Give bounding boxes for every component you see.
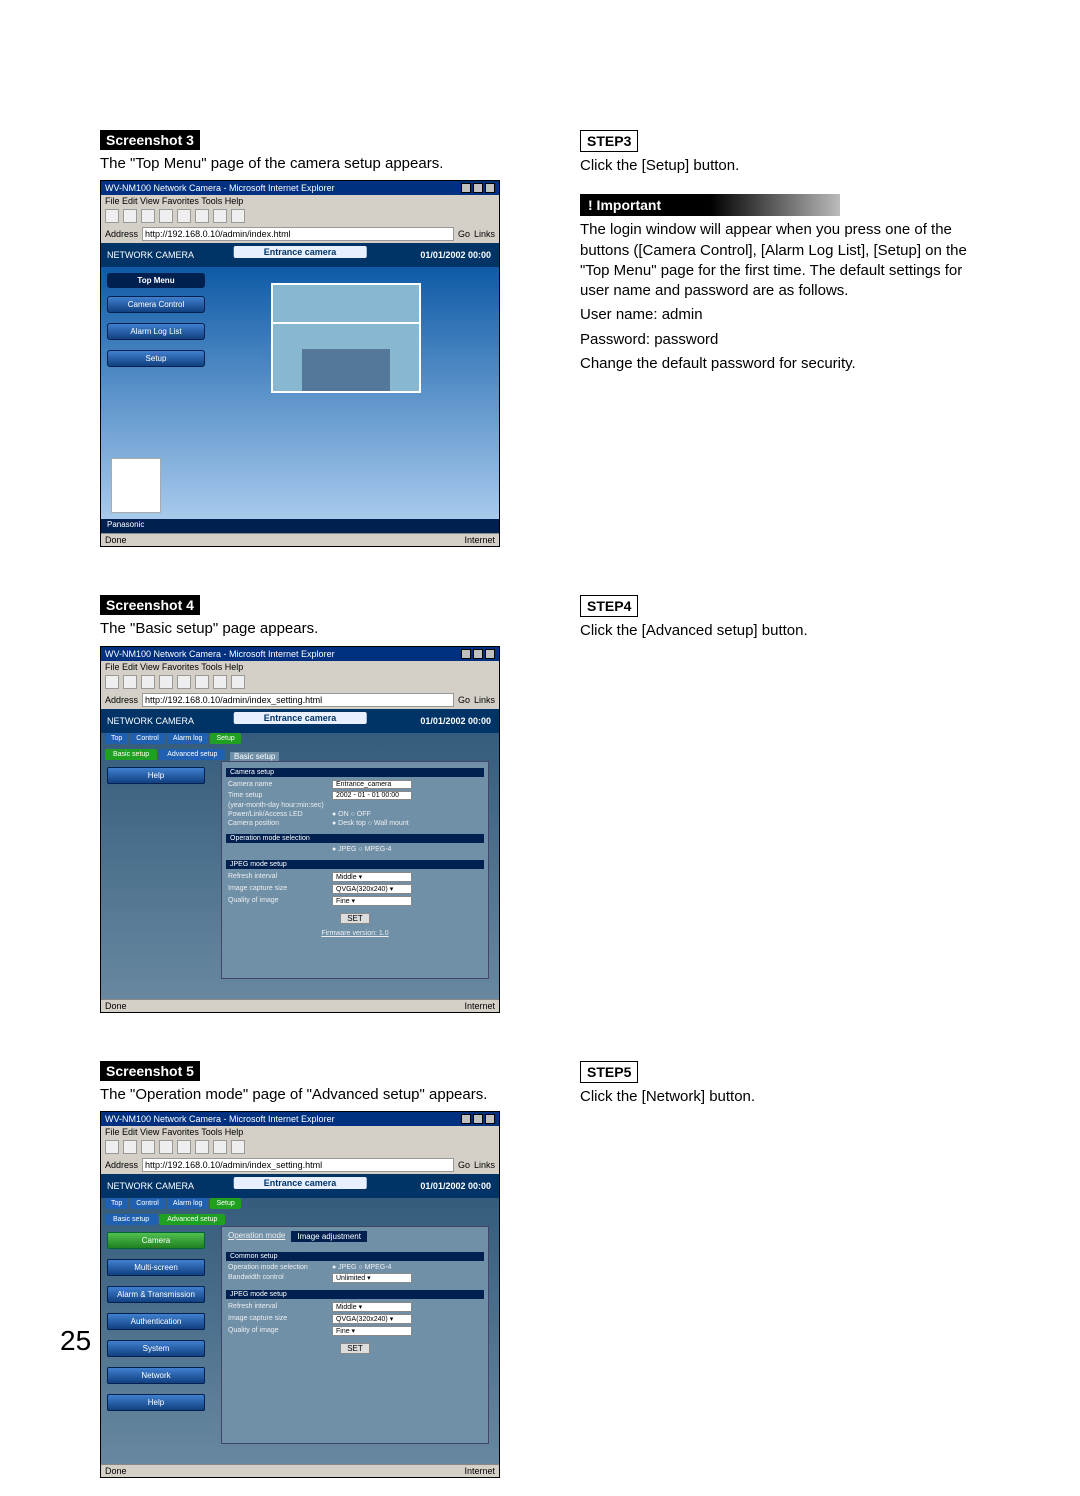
address-input[interactable] (142, 227, 454, 241)
badge-screenshot-3: Screenshot 3 (100, 130, 200, 150)
address-input[interactable] (142, 1158, 454, 1172)
camera-name-input[interactable]: Entrance_camera (332, 780, 412, 789)
camera-control-button[interactable]: Camera Control (107, 296, 205, 313)
advanced-setup-page: NETWORK CAMERA01/01/2002 00:00 Entrance … (101, 1174, 499, 1464)
browser-menubar[interactable]: File Edit View Favorites Tools Help (101, 661, 499, 673)
step5-text: Click the [Network] button. (580, 1087, 990, 1107)
tab-alarm[interactable]: Alarm log (167, 733, 209, 744)
camera-datetime: 01/01/2002 00:00 (420, 250, 491, 260)
browser-window-3: WV-NM100 Network Camera - Microsoft Inte… (100, 180, 500, 547)
status-done: Done (105, 535, 127, 545)
step3-text: Click the [Setup] button. (580, 156, 990, 176)
alarm-log-list-button[interactable]: Alarm Log List (107, 323, 205, 340)
led-radio[interactable]: ● ON ○ OFF (332, 811, 371, 818)
size-select[interactable]: QVGA(320x240) ▾ (332, 884, 412, 894)
brand-bar: Panasonic (101, 519, 499, 533)
tab-setup[interactable]: Setup (210, 733, 240, 744)
alarm-transmission-nav[interactable]: Alarm & Transmission (107, 1286, 205, 1303)
tab-top[interactable]: Top (105, 733, 128, 744)
minimize-icon (461, 183, 471, 193)
camera-top-menu: NETWORK CAMERA 01/01/2002 00:00 Entrance… (101, 243, 499, 533)
tab-basic-setup[interactable]: Basic setup (105, 749, 157, 760)
system-nav[interactable]: System (107, 1340, 205, 1357)
status-internet: Internet (464, 535, 495, 545)
time-setup-input[interactable]: 2002 - 01 - 01 00:00 (332, 791, 412, 800)
tab-image-adjustment[interactable]: Image adjustment (291, 1231, 367, 1242)
important-text: The login window will appear when you pr… (580, 220, 990, 301)
refresh-select[interactable]: Middle ▾ (332, 1302, 412, 1312)
links-label: Links (474, 229, 495, 239)
browser-title: WV-NM100 Network Camera - Microsoft Inte… (105, 183, 335, 193)
mode-radio[interactable]: ● JPEG ○ MPEG-4 (332, 846, 391, 853)
address-bar[interactable]: Address GoLinks (101, 691, 499, 709)
step4-text: Click the [Advanced setup] button. (580, 621, 990, 641)
tab-basic-setup[interactable]: Basic setup (105, 1214, 157, 1225)
set-button[interactable]: SET (340, 913, 370, 924)
page-number: 25 (60, 1325, 91, 1357)
camera-brand: NETWORK CAMERA (107, 250, 194, 260)
browser-title: WV-NM100 Network Camera - Microsoft Inte… (105, 649, 335, 659)
operation-mode-panel: Operation mode Image adjustment Common s… (221, 1226, 489, 1444)
quality-select[interactable]: Fine ▾ (332, 1326, 412, 1336)
camera-title: Entrance camera (234, 246, 367, 258)
firmware-version: Firmware version: 1.0 (222, 930, 488, 937)
step3-label: STEP3 (580, 130, 638, 152)
camera-nav[interactable]: Camera (107, 1232, 205, 1249)
maximize-icon (473, 183, 483, 193)
tab-control[interactable]: Control (130, 733, 165, 744)
window-controls[interactable] (461, 1114, 495, 1124)
section-screenshot-4: Screenshot 4 The "Basic setup" page appe… (100, 595, 990, 1030)
cred-note: Change the default password for security… (580, 354, 990, 374)
camera-icon (111, 458, 161, 513)
quality-select[interactable]: Fine ▾ (332, 896, 412, 906)
refresh-select[interactable]: Middle ▾ (332, 872, 412, 882)
basic-setup-panel: Basic setup Camera setup Camera nameEntr… (221, 761, 489, 979)
topmenu-header: Top Menu (107, 273, 205, 288)
browser-toolbar[interactable] (101, 673, 499, 691)
network-nav[interactable]: Network (107, 1367, 205, 1384)
set-button[interactable]: SET (340, 1343, 370, 1354)
important-header: ! Important (580, 194, 840, 216)
authentication-nav[interactable]: Authentication (107, 1313, 205, 1330)
address-input[interactable] (142, 693, 454, 707)
browser-menubar[interactable]: File Edit View Favorites Tools Help (101, 195, 499, 207)
browser-window-4: WV-NM100 Network Camera - Microsoft Inte… (100, 646, 500, 1013)
caption-5: The "Operation mode" page of "Advanced s… (100, 1085, 500, 1105)
size-select[interactable]: QVGA(320x240) ▾ (332, 1314, 412, 1324)
position-radio[interactable]: ● Desk top ○ Wall mount (332, 820, 409, 827)
camera-live-thumbnail (271, 283, 421, 393)
setup-button[interactable]: Setup (107, 350, 205, 367)
browser-window-5: WV-NM100 Network Camera - Microsoft Inte… (100, 1111, 500, 1478)
cred-password: Password: password (580, 330, 990, 350)
tab-operation-mode[interactable]: Operation mode (228, 1231, 285, 1242)
close-icon (485, 183, 495, 193)
basic-setup-page: NETWORK CAMERA01/01/2002 00:00 Entrance … (101, 709, 499, 999)
step5-label: STEP5 (580, 1061, 638, 1083)
section-screenshot-3: Screenshot 3 The "Top Menu" page of the … (100, 130, 990, 565)
address-bar[interactable]: Address Go Links (101, 225, 499, 243)
tab-advanced-setup[interactable]: Advanced setup (159, 749, 225, 760)
step4-label: STEP4 (580, 595, 638, 617)
caption-3: The "Top Menu" page of the camera setup … (100, 154, 500, 174)
window-controls[interactable] (461, 183, 495, 193)
window-controls[interactable] (461, 649, 495, 659)
opmode-radio[interactable]: ● JPEG ○ MPEG-4 (332, 1264, 391, 1271)
badge-screenshot-4: Screenshot 4 (100, 595, 200, 615)
section-screenshot-5: Screenshot 5 The "Operation mode" page o… (100, 1061, 990, 1496)
go-button[interactable]: Go (458, 229, 470, 239)
address-label: Address (105, 229, 138, 239)
badge-screenshot-5: Screenshot 5 (100, 1061, 200, 1081)
multiscreen-nav[interactable]: Multi-screen (107, 1259, 205, 1276)
caption-4: The "Basic setup" page appears. (100, 619, 500, 639)
bandwidth-select[interactable]: Unlimited ▾ (332, 1273, 412, 1283)
tab-advanced-setup[interactable]: Advanced setup (159, 1214, 225, 1225)
browser-toolbar[interactable] (101, 207, 499, 225)
help-nav[interactable]: Help (107, 1394, 205, 1411)
help-button[interactable]: Help (107, 767, 205, 784)
cred-username: User name: admin (580, 305, 990, 325)
